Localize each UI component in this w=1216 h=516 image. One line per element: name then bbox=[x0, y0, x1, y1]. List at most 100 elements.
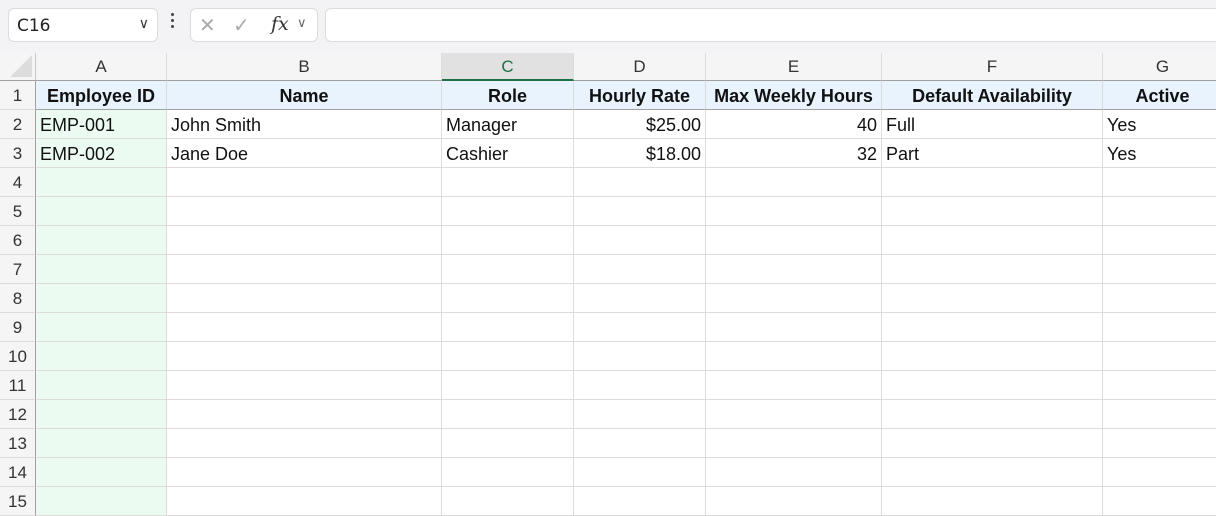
cell-e8[interactable] bbox=[706, 284, 882, 313]
cell-f5[interactable] bbox=[882, 197, 1103, 226]
cell-f11[interactable] bbox=[882, 371, 1103, 400]
cell-f2[interactable]: Full bbox=[882, 110, 1103, 139]
cell-d5[interactable] bbox=[574, 197, 706, 226]
cell-b11[interactable] bbox=[167, 371, 442, 400]
cell-a10[interactable] bbox=[36, 342, 167, 371]
cell-e11[interactable] bbox=[706, 371, 882, 400]
chevron-down-icon[interactable]: ∨ bbox=[139, 15, 149, 32]
cell-b4[interactable] bbox=[167, 168, 442, 197]
row-header-1[interactable]: 1 bbox=[0, 81, 36, 110]
cell-c7[interactable] bbox=[442, 255, 574, 284]
header-cell[interactable]: Hourly Rate bbox=[574, 81, 706, 110]
cell-a11[interactable] bbox=[36, 371, 167, 400]
column-header-a[interactable]: A bbox=[36, 53, 167, 81]
cell-e10[interactable] bbox=[706, 342, 882, 371]
row-header-14[interactable]: 14 bbox=[0, 458, 36, 487]
row-header-5[interactable]: 5 bbox=[0, 197, 36, 226]
row-header-10[interactable]: 10 bbox=[0, 342, 36, 371]
cell-e15[interactable] bbox=[706, 487, 882, 516]
cell-e13[interactable] bbox=[706, 429, 882, 458]
header-cell[interactable]: Employee ID bbox=[36, 81, 167, 110]
cell-b8[interactable] bbox=[167, 284, 442, 313]
row-header-4[interactable]: 4 bbox=[0, 168, 36, 197]
column-header-b[interactable]: B bbox=[167, 53, 442, 81]
cell-g5[interactable] bbox=[1103, 197, 1216, 226]
cell-b6[interactable] bbox=[167, 226, 442, 255]
cell-a15[interactable] bbox=[36, 487, 167, 516]
cell-c9[interactable] bbox=[442, 313, 574, 342]
name-box[interactable]: C16 ∨ bbox=[8, 8, 158, 42]
cell-g15[interactable] bbox=[1103, 487, 1216, 516]
select-all-button[interactable] bbox=[0, 53, 36, 81]
cell-b14[interactable] bbox=[167, 458, 442, 487]
cell-c11[interactable] bbox=[442, 371, 574, 400]
check-icon[interactable]: ✓ bbox=[233, 13, 250, 38]
cell-g9[interactable] bbox=[1103, 313, 1216, 342]
cell-g13[interactable] bbox=[1103, 429, 1216, 458]
chevron-down-icon[interactable]: ∨ bbox=[297, 15, 307, 31]
row-header-2[interactable]: 2 bbox=[0, 110, 36, 139]
cell-f14[interactable] bbox=[882, 458, 1103, 487]
cell-b10[interactable] bbox=[167, 342, 442, 371]
cell-e12[interactable] bbox=[706, 400, 882, 429]
cell-e2[interactable]: 40 bbox=[706, 110, 882, 139]
cell-d13[interactable] bbox=[574, 429, 706, 458]
cell-e6[interactable] bbox=[706, 226, 882, 255]
cell-f13[interactable] bbox=[882, 429, 1103, 458]
cell-e7[interactable] bbox=[706, 255, 882, 284]
column-header-g[interactable]: G bbox=[1103, 53, 1216, 81]
row-header-6[interactable]: 6 bbox=[0, 226, 36, 255]
cell-c3[interactable]: Cashier bbox=[442, 139, 574, 168]
cell-b15[interactable] bbox=[167, 487, 442, 516]
row-header-8[interactable]: 8 bbox=[0, 284, 36, 313]
cell-f6[interactable] bbox=[882, 226, 1103, 255]
row-header-13[interactable]: 13 bbox=[0, 429, 36, 458]
cell-a8[interactable] bbox=[36, 284, 167, 313]
cell-c4[interactable] bbox=[442, 168, 574, 197]
header-cell[interactable]: Name bbox=[167, 81, 442, 110]
cell-d12[interactable] bbox=[574, 400, 706, 429]
header-cell[interactable]: Active bbox=[1103, 81, 1216, 110]
cell-f15[interactable] bbox=[882, 487, 1103, 516]
insert-function-button[interactable]: fx bbox=[271, 13, 289, 35]
cell-b13[interactable] bbox=[167, 429, 442, 458]
cell-c8[interactable] bbox=[442, 284, 574, 313]
row-header-3[interactable]: 3 bbox=[0, 139, 36, 168]
cell-g10[interactable] bbox=[1103, 342, 1216, 371]
cell-a2[interactable]: EMP-001 bbox=[36, 110, 167, 139]
cell-d2[interactable]: $25.00 bbox=[574, 110, 706, 139]
cell-g4[interactable] bbox=[1103, 168, 1216, 197]
header-cell[interactable]: Max Weekly Hours bbox=[706, 81, 882, 110]
cell-c14[interactable] bbox=[442, 458, 574, 487]
cell-b7[interactable] bbox=[167, 255, 442, 284]
cell-b2[interactable]: John Smith bbox=[167, 110, 442, 139]
cell-f12[interactable] bbox=[882, 400, 1103, 429]
row-header-12[interactable]: 12 bbox=[0, 400, 36, 429]
cell-d10[interactable] bbox=[574, 342, 706, 371]
cell-g11[interactable] bbox=[1103, 371, 1216, 400]
cell-f8[interactable] bbox=[882, 284, 1103, 313]
cell-d9[interactable] bbox=[574, 313, 706, 342]
cell-d4[interactable] bbox=[574, 168, 706, 197]
cell-a4[interactable] bbox=[36, 168, 167, 197]
more-options-icon[interactable] bbox=[171, 13, 175, 31]
cell-c5[interactable] bbox=[442, 197, 574, 226]
cell-d11[interactable] bbox=[574, 371, 706, 400]
column-header-d[interactable]: D bbox=[574, 53, 706, 81]
cell-e14[interactable] bbox=[706, 458, 882, 487]
cell-g2[interactable]: Yes bbox=[1103, 110, 1216, 139]
cell-a5[interactable] bbox=[36, 197, 167, 226]
cell-e3[interactable]: 32 bbox=[706, 139, 882, 168]
cell-f4[interactable] bbox=[882, 168, 1103, 197]
cell-g14[interactable] bbox=[1103, 458, 1216, 487]
cell-c15[interactable] bbox=[442, 487, 574, 516]
cell-a7[interactable] bbox=[36, 255, 167, 284]
cell-b12[interactable] bbox=[167, 400, 442, 429]
cancel-icon[interactable]: ✕ bbox=[199, 13, 216, 38]
cell-f10[interactable] bbox=[882, 342, 1103, 371]
cell-b5[interactable] bbox=[167, 197, 442, 226]
header-cell[interactable]: Role bbox=[442, 81, 574, 110]
cell-d3[interactable]: $18.00 bbox=[574, 139, 706, 168]
cell-f9[interactable] bbox=[882, 313, 1103, 342]
row-header-11[interactable]: 11 bbox=[0, 371, 36, 400]
